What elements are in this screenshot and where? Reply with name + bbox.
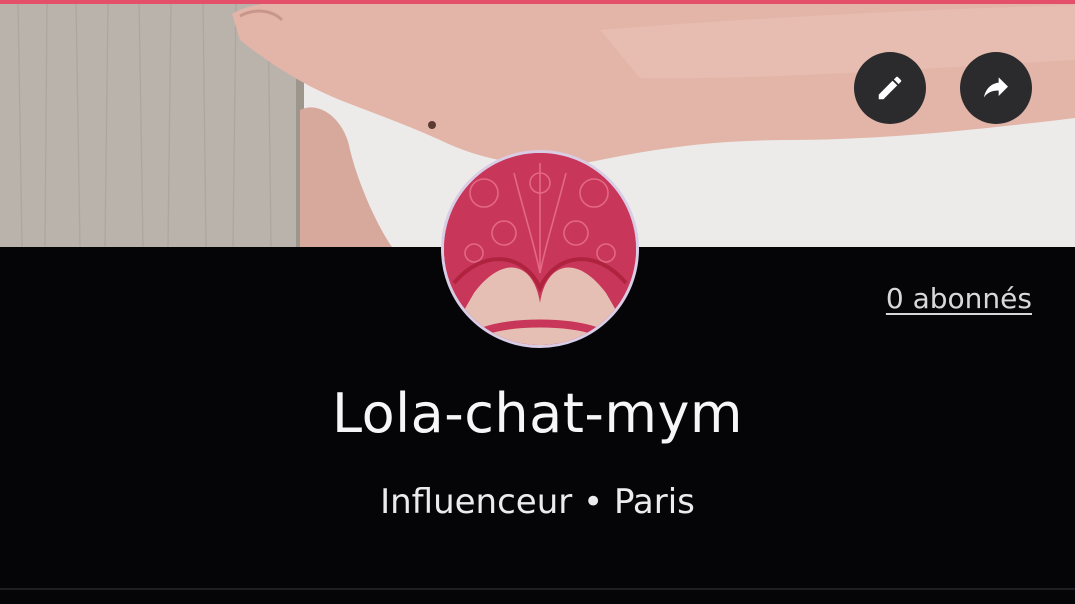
profile-page: 0 abonnés Lola-chat-mym Influenceur • Pa… (0, 0, 1075, 604)
profile-avatar[interactable] (441, 150, 639, 348)
top-accent-bar (0, 0, 1075, 4)
profile-subtitle: Influenceur • Paris (0, 482, 1075, 522)
profile-username: Lola-chat-mym (331, 382, 744, 445)
pencil-icon (875, 73, 905, 103)
profile-location: Paris (613, 482, 695, 522)
share-profile-button[interactable] (960, 52, 1032, 124)
subtitle-separator: • (583, 482, 604, 522)
edit-profile-button[interactable] (854, 52, 926, 124)
profile-category: Influenceur (380, 482, 573, 522)
followers-count-link[interactable]: 0 abonnés (886, 282, 1032, 315)
section-divider (0, 588, 1075, 590)
share-arrow-icon (980, 72, 1012, 104)
